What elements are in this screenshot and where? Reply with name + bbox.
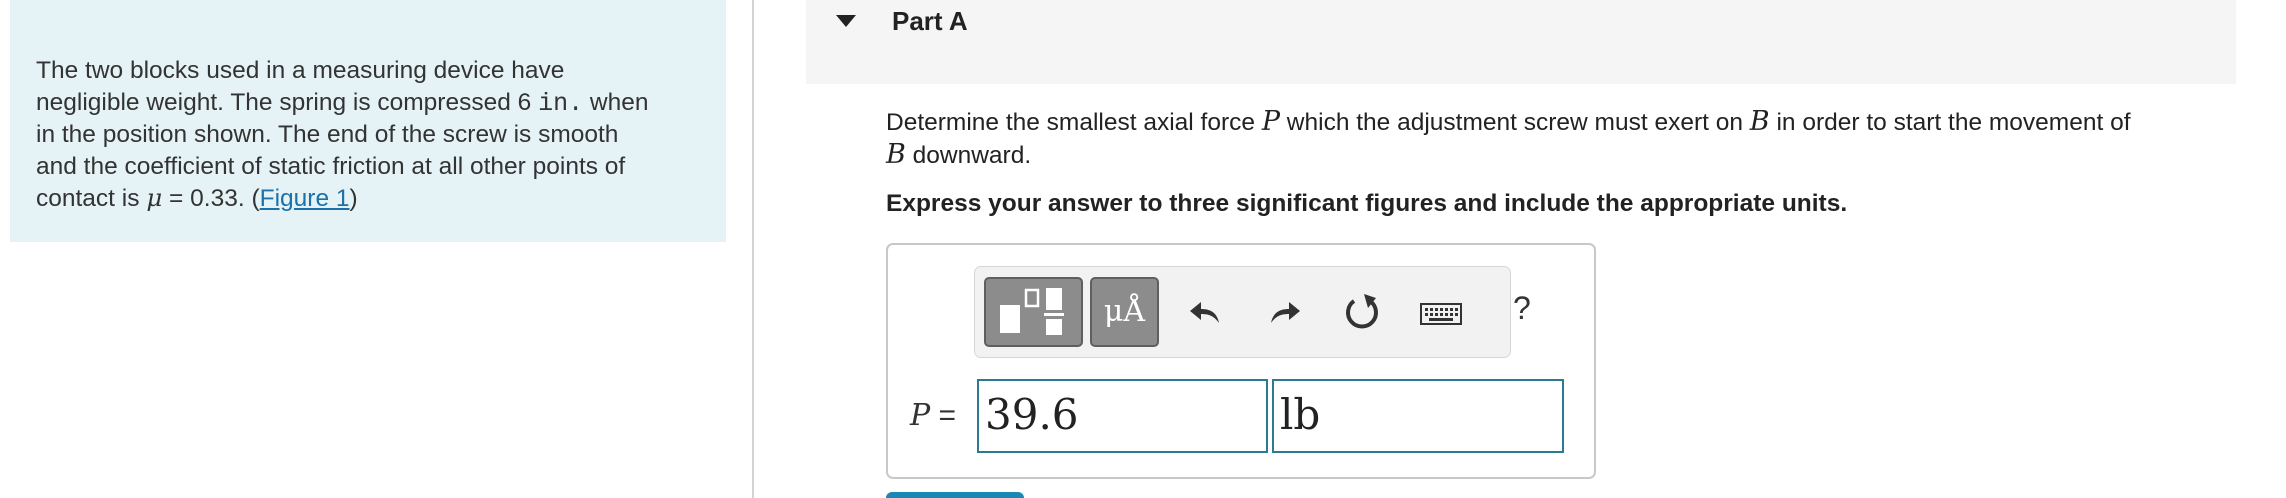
problem-line: in the position shown. The end of the sc… <box>36 119 700 151</box>
answer-variable-label: P = <box>910 398 956 433</box>
problem-text: ) <box>349 185 358 212</box>
question-segment: in order to start the movement of <box>1769 109 2131 136</box>
figure-link[interactable]: Figure 1 <box>260 185 350 212</box>
answer-instruction: Express your answer to three significant… <box>886 190 1848 217</box>
problem-line: and the coefficient of static friction a… <box>36 151 700 183</box>
variable-b: B <box>1749 106 1770 137</box>
answer-value-input[interactable]: 39.6 <box>977 379 1268 453</box>
problem-text: = 0.33. ( <box>162 185 260 212</box>
problem-line: negligible weight. The spring is compres… <box>36 87 700 120</box>
units-button[interactable]: μÅ <box>1090 277 1159 347</box>
templates-icon <box>1000 288 1064 335</box>
answer-units-input[interactable]: lb <box>1272 379 1564 453</box>
question-segment: downward. <box>905 142 1032 169</box>
problem-text: and the coefficient of static friction a… <box>36 152 626 180</box>
answer-box: μÅ ? P = 39.6 lb <box>886 243 1596 479</box>
part-header[interactable]: Part A <box>806 0 2236 84</box>
problem-text: when <box>583 88 649 116</box>
problem-text: negligible weight. The spring is compres… <box>36 88 539 116</box>
problem-text: contact is <box>36 185 147 212</box>
answer-variable: P <box>910 398 931 433</box>
reset-icon[interactable] <box>1339 289 1385 335</box>
math-toolbar: μÅ ? <box>974 266 1531 358</box>
question-segment: Determine the smallest axial force <box>886 109 1262 136</box>
undo-icon[interactable] <box>1183 289 1229 335</box>
problem-statement-panel: The two blocks used in a measuring devic… <box>10 0 726 242</box>
help-button[interactable]: ? <box>1513 290 1531 327</box>
question-segment: which the adjustment screw must exert on <box>1280 109 1750 136</box>
redo-icon[interactable] <box>1261 289 1307 335</box>
units-button-label: μÅ <box>1103 294 1146 329</box>
problem-text: in the position shown. The end of the sc… <box>36 121 619 148</box>
variable-b: B <box>886 139 906 170</box>
submit-button[interactable] <box>886 492 1024 498</box>
variable-p: P <box>1261 106 1280 137</box>
unit-text: in. <box>538 88 584 118</box>
templates-button[interactable] <box>984 277 1083 347</box>
problem-text: The two blocks used in a measuring devic… <box>36 57 565 84</box>
question-text: Determine the smallest axial force P whi… <box>886 106 2226 172</box>
keyboard-icon[interactable] <box>1417 289 1467 335</box>
equals-sign: = <box>930 399 957 432</box>
panel-divider <box>752 0 754 498</box>
caret-down-icon[interactable] <box>834 13 858 29</box>
page: The two blocks used in a measuring devic… <box>0 0 2286 498</box>
problem-line: contact is μ = 0.33. (Figure 1) <box>36 182 700 215</box>
mu-symbol: μ <box>146 183 163 212</box>
part-title: Part A <box>892 6 968 36</box>
problem-line: The two blocks used in a measuring devic… <box>36 55 700 87</box>
